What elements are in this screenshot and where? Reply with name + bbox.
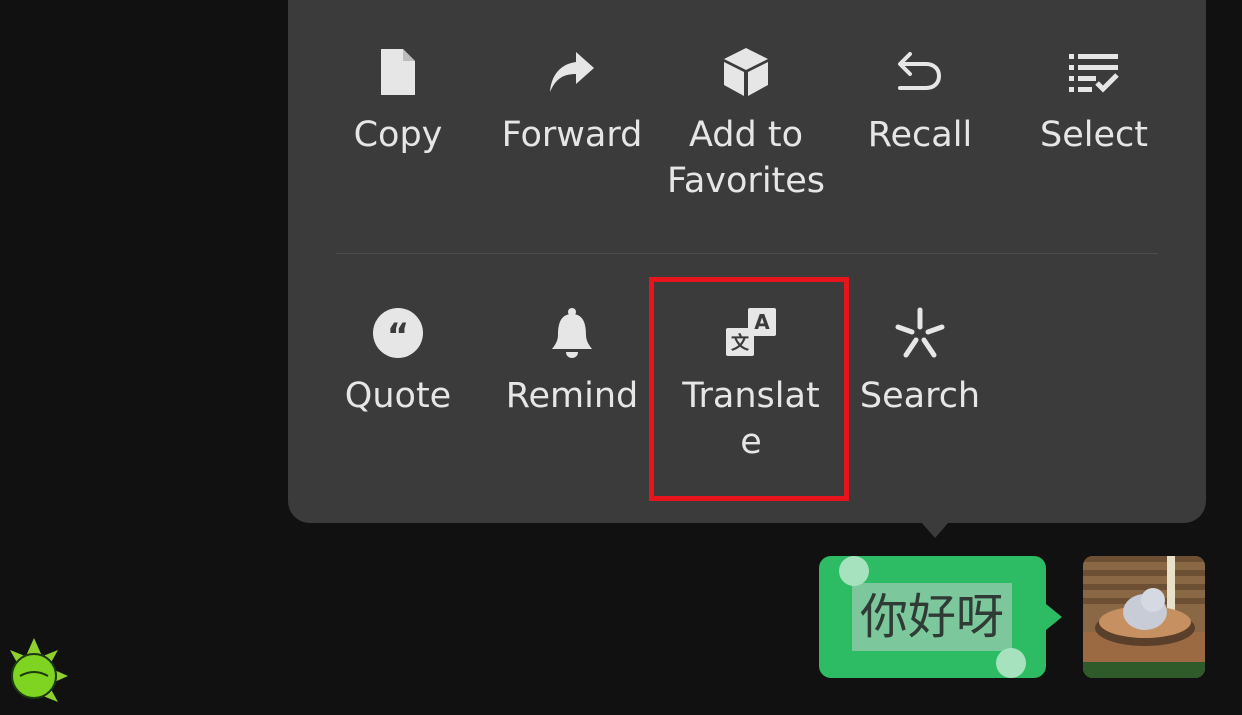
menu-item-label: Copy [353, 115, 443, 155]
menu-divider [336, 253, 1158, 254]
avatar[interactable] [1083, 556, 1205, 678]
checklist-icon [1009, 44, 1179, 100]
bell-icon [487, 305, 657, 361]
menu-item-label: Add to Favorites [666, 115, 826, 201]
undo-arrow-icon [835, 44, 1005, 100]
selection-start-handle[interactable] [839, 556, 869, 586]
menu-item-forward[interactable]: Forward [487, 44, 657, 158]
message-bubble-tail [1046, 604, 1062, 630]
context-menu-pointer [921, 522, 949, 538]
menu-item-recall[interactable]: Recall [835, 44, 1005, 158]
svg-text:“: “ [387, 316, 409, 356]
menu-item-add-to-favorites[interactable]: Add to Favorites [661, 44, 831, 204]
chat-screen: Copy Forward Add to Favorites Recall Sel… [0, 0, 1242, 715]
menu-item-label: Remind [505, 376, 639, 416]
document-icon [313, 44, 483, 100]
menu-item-remind[interactable]: Remind [487, 305, 657, 419]
translate-highlight-box [649, 277, 849, 501]
menu-item-label: Search [859, 376, 981, 416]
menu-item-label: Select [1040, 115, 1148, 155]
message-text[interactable]: 你好呀 [852, 583, 1012, 651]
menu-item-label: Recall [867, 115, 973, 155]
sparkle-search-icon [835, 305, 1005, 361]
menu-item-copy[interactable]: Copy [313, 44, 483, 158]
menu-item-label: Quote [344, 376, 452, 416]
menu-item-label: Forward [501, 115, 643, 155]
cube-icon [661, 44, 831, 100]
menu-item-search[interactable]: Search [835, 305, 1005, 419]
forward-arrow-icon [487, 44, 657, 100]
menu-item-select[interactable]: Select [1009, 44, 1179, 158]
quote-icon: “ [313, 305, 483, 361]
menu-item-quote[interactable]: “ Quote [313, 305, 483, 419]
sun-sticker [0, 636, 76, 715]
selection-end-handle[interactable] [996, 648, 1026, 678]
